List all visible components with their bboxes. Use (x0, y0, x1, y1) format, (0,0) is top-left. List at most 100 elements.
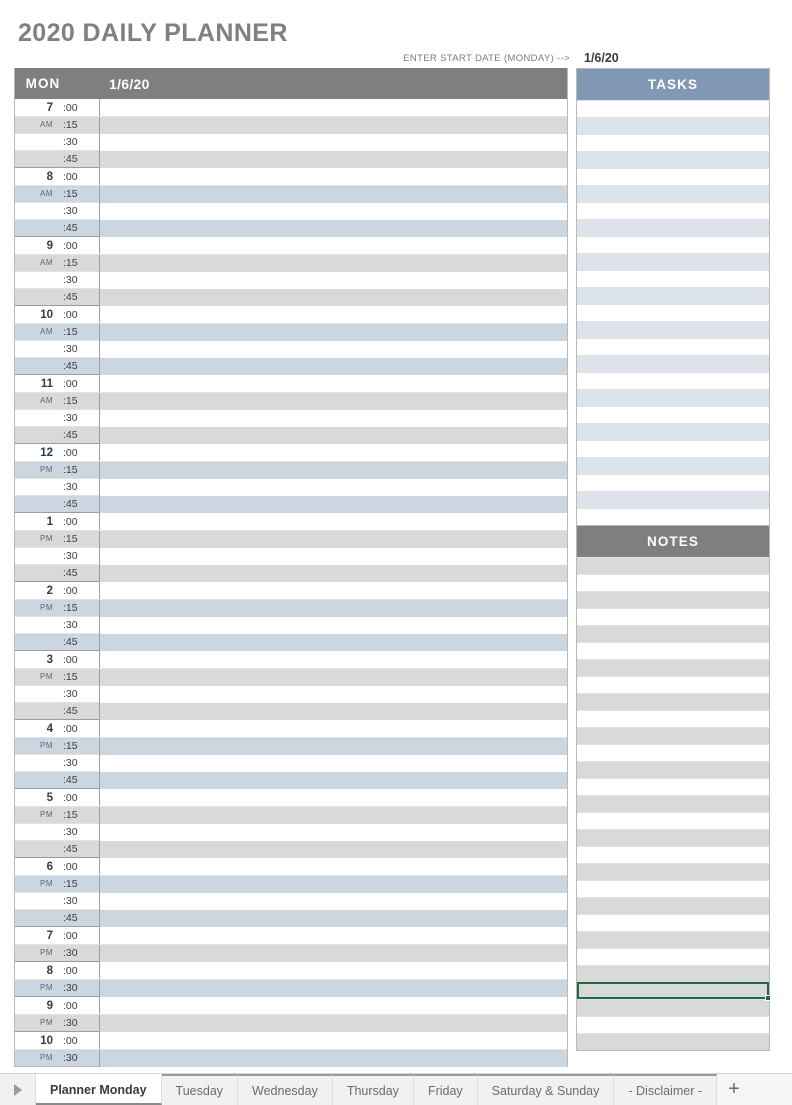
slot-entry-cell[interactable] (99, 306, 567, 323)
slot-entry-cell[interactable] (99, 116, 567, 134)
note-row[interactable] (577, 744, 769, 761)
task-row[interactable] (577, 440, 769, 457)
slot-entry-cell[interactable] (99, 392, 567, 410)
slot-entry-cell[interactable] (99, 1032, 567, 1049)
slot-entry-cell[interactable] (99, 150, 567, 168)
note-row[interactable] (577, 965, 769, 982)
slot-entry-cell[interactable] (99, 823, 567, 841)
slot-entry-cell[interactable] (99, 357, 567, 375)
slot-entry-cell[interactable] (99, 737, 567, 755)
add-sheet-button[interactable]: + (717, 1074, 751, 1105)
task-row[interactable] (577, 253, 769, 270)
note-row[interactable] (577, 659, 769, 676)
slot-entry-cell[interactable] (99, 168, 567, 185)
start-date-input[interactable]: 1/6/20 (584, 51, 619, 65)
slot-entry-cell[interactable] (99, 616, 567, 634)
note-row[interactable] (577, 557, 769, 574)
slot-entry-cell[interactable] (99, 944, 567, 962)
slot-entry-cell[interactable] (99, 806, 567, 824)
note-row[interactable] (577, 863, 769, 880)
note-row[interactable] (577, 1033, 769, 1050)
note-row[interactable] (577, 795, 769, 812)
slot-entry-cell[interactable] (99, 858, 567, 875)
task-row[interactable] (577, 355, 769, 372)
task-row[interactable] (577, 372, 769, 389)
note-row[interactable] (577, 608, 769, 625)
note-row[interactable] (577, 897, 769, 914)
sheet-tab-tuesday[interactable]: Tuesday (161, 1074, 239, 1105)
slot-entry-cell[interactable] (99, 254, 567, 272)
task-row[interactable] (577, 287, 769, 304)
task-row[interactable] (577, 491, 769, 508)
slot-entry-cell[interactable] (99, 582, 567, 599)
task-row[interactable] (577, 338, 769, 355)
slot-entry-cell[interactable] (99, 685, 567, 703)
slot-entry-cell[interactable] (99, 1014, 567, 1032)
slot-entry-cell[interactable] (99, 997, 567, 1014)
sheet-tab-wednesday[interactable]: Wednesday (238, 1074, 333, 1105)
note-row[interactable] (577, 625, 769, 642)
sheet-tab-planner-monday[interactable]: Planner Monday (36, 1074, 162, 1105)
note-row[interactable] (577, 727, 769, 744)
slot-entry-cell[interactable] (99, 271, 567, 289)
task-row[interactable] (577, 236, 769, 253)
triangle-right-icon[interactable] (0, 1074, 36, 1105)
sheet-tab-thursday[interactable]: Thursday (332, 1074, 414, 1105)
note-row[interactable] (577, 761, 769, 778)
slot-entry-cell[interactable] (99, 478, 567, 496)
note-row[interactable] (577, 999, 769, 1016)
sheet-tab-saturday-sunday[interactable]: Saturday & Sunday (477, 1074, 615, 1105)
task-row[interactable] (577, 423, 769, 440)
slot-entry-cell[interactable] (99, 237, 567, 254)
note-row[interactable] (577, 778, 769, 795)
slot-entry-cell[interactable] (99, 1049, 567, 1067)
slot-entry-cell[interactable] (99, 633, 567, 651)
slot-entry-cell[interactable] (99, 288, 567, 306)
task-row[interactable] (577, 202, 769, 219)
sheet-tab-friday[interactable]: Friday (413, 1074, 478, 1105)
slot-entry-cell[interactable] (99, 771, 567, 789)
note-row[interactable] (577, 880, 769, 897)
slot-entry-cell[interactable] (99, 219, 567, 237)
slot-entry-cell[interactable] (99, 599, 567, 617)
slot-entry-cell[interactable] (99, 530, 567, 548)
slot-entry-cell[interactable] (99, 927, 567, 944)
slot-entry-cell[interactable] (99, 375, 567, 392)
slot-entry-cell[interactable] (99, 323, 567, 341)
slot-entry-cell[interactable] (99, 202, 567, 220)
note-row[interactable] (577, 914, 769, 931)
slot-entry-cell[interactable] (99, 720, 567, 737)
note-row[interactable] (577, 693, 769, 710)
slot-entry-cell[interactable] (99, 840, 567, 858)
slot-entry-cell[interactable] (99, 495, 567, 513)
slot-entry-cell[interactable] (99, 789, 567, 806)
note-row[interactable] (577, 676, 769, 693)
task-row[interactable] (577, 270, 769, 287)
slot-entry-cell[interactable] (99, 409, 567, 427)
task-row[interactable] (577, 457, 769, 474)
slot-entry-cell[interactable] (99, 513, 567, 530)
sheet-tab-disclaimer[interactable]: - Disclaimer - (614, 1074, 717, 1105)
task-row[interactable] (577, 406, 769, 423)
task-row[interactable] (577, 185, 769, 202)
note-row[interactable] (577, 948, 769, 965)
selected-note-cell[interactable] (577, 982, 771, 1001)
note-row[interactable] (577, 1016, 769, 1033)
slot-entry-cell[interactable] (99, 547, 567, 565)
note-row[interactable] (577, 591, 769, 608)
task-row[interactable] (577, 134, 769, 151)
slot-entry-cell[interactable] (99, 875, 567, 893)
task-row[interactable] (577, 474, 769, 491)
task-row[interactable] (577, 168, 769, 185)
slot-entry-cell[interactable] (99, 340, 567, 358)
slot-entry-cell[interactable] (99, 979, 567, 997)
slot-entry-cell[interactable] (99, 754, 567, 772)
task-row[interactable] (577, 389, 769, 406)
note-row[interactable] (577, 710, 769, 727)
slot-entry-cell[interactable] (99, 185, 567, 203)
note-row[interactable] (577, 642, 769, 659)
task-row[interactable] (577, 219, 769, 236)
slot-entry-cell[interactable] (99, 564, 567, 582)
task-row[interactable] (577, 151, 769, 168)
slot-entry-cell[interactable] (99, 99, 567, 116)
